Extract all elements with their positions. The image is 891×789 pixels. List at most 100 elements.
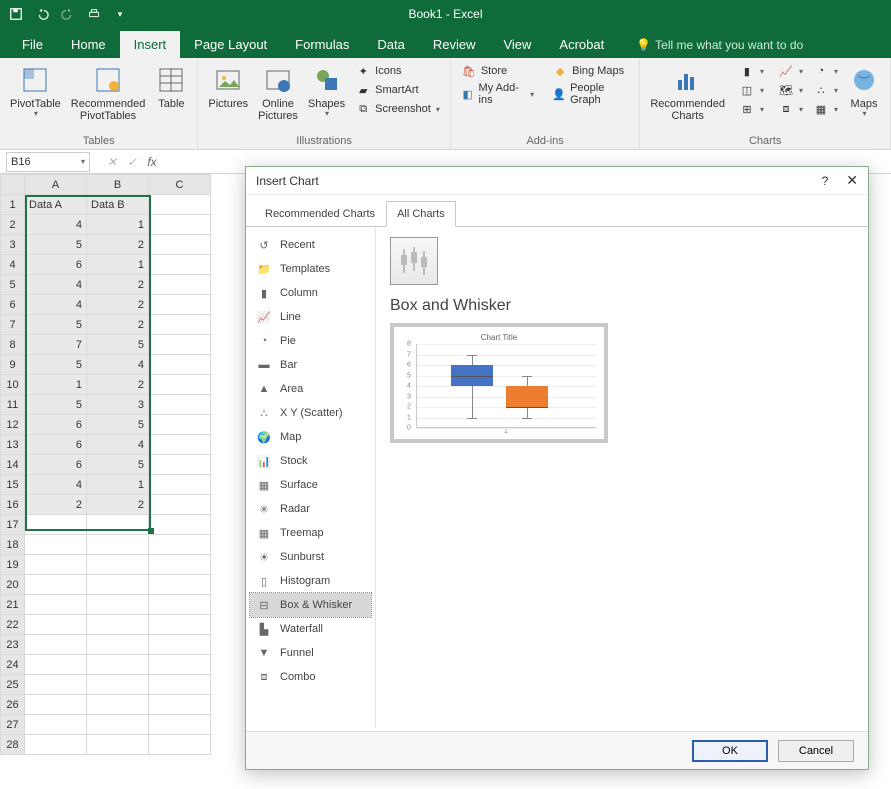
undo-icon[interactable] [32, 4, 52, 24]
recommended-pivot-button[interactable]: Recommended PivotTables [67, 62, 150, 124]
chart-type-sunburst[interactable]: ☀Sunburst [250, 545, 371, 569]
recommended-charts-button[interactable]: Recommended Charts [646, 62, 729, 124]
tab-data[interactable]: Data [363, 31, 418, 58]
fx-icon[interactable]: fx [142, 155, 162, 169]
bingmaps-button[interactable]: ◆Bing Maps [548, 62, 633, 80]
table-row[interactable]: 24 [1, 655, 211, 675]
chart-type-area[interactable]: ▲Area [250, 377, 371, 401]
store-button[interactable]: 🛍Store [457, 62, 538, 80]
chart-type-box-whisker[interactable]: ⊟Box & Whisker [250, 593, 371, 617]
quickprint-icon[interactable] [84, 4, 104, 24]
save-icon[interactable] [6, 4, 26, 24]
cancel-button[interactable]: Cancel [778, 740, 854, 762]
fx-enter-icon[interactable]: ✓ [122, 155, 142, 169]
chart-type-combo[interactable]: ⧈Combo [250, 665, 371, 689]
table-row[interactable]: 1153 [1, 395, 211, 415]
table-row[interactable]: 875 [1, 335, 211, 355]
redo-icon[interactable] [58, 4, 78, 24]
table-row[interactable]: 1364 [1, 435, 211, 455]
maps-button[interactable]: Maps▾ [844, 62, 884, 121]
name-box[interactable]: B16▾ [6, 152, 90, 172]
icons-button[interactable]: ✦Icons [351, 62, 444, 80]
tab-all-charts[interactable]: All Charts [386, 201, 456, 227]
tab-file[interactable]: File [8, 31, 57, 58]
chart-map-button[interactable]: 🗺▾ [774, 81, 807, 99]
table-row[interactable]: 1541 [1, 475, 211, 495]
table-row[interactable]: 21 [1, 595, 211, 615]
myaddins-button[interactable]: ◧My Add-ins▾ [457, 81, 538, 107]
tab-insert[interactable]: Insert [120, 31, 181, 58]
pivottable-button[interactable]: PivotTable▾ [6, 62, 65, 121]
chart-type-surface[interactable]: ▦Surface [250, 473, 371, 497]
table-row[interactable]: 461 [1, 255, 211, 275]
chart-type-recent[interactable]: ↺Recent [250, 233, 371, 257]
table-row[interactable]: 1Data AData B [1, 195, 211, 215]
screenshot-button[interactable]: ⧉Screenshot▾ [351, 100, 444, 118]
chart-type-histogram[interactable]: ▯Histogram [250, 569, 371, 593]
online-pictures-button[interactable]: Online Pictures [254, 62, 302, 124]
chart-type-map[interactable]: 🌍Map [250, 425, 371, 449]
fx-cancel-icon[interactable]: ✕ [102, 155, 122, 169]
chart-surface-button[interactable]: ▦▾ [809, 100, 842, 118]
chart-subtype-boxwhisker[interactable] [390, 237, 438, 285]
table-row[interactable]: 23 [1, 635, 211, 655]
table-row[interactable]: 26 [1, 695, 211, 715]
chart-hierarchy-button[interactable]: ◫▾ [735, 81, 768, 99]
table-button[interactable]: Table [151, 62, 191, 112]
chart-type-treemap[interactable]: ▦Treemap [250, 521, 371, 545]
peoplegraph-button[interactable]: 👤People Graph [548, 81, 633, 107]
chart-type-pie[interactable]: ◔Pie [250, 329, 371, 353]
preview-xlabel: 1 [416, 428, 596, 435]
chart-type-label: Area [280, 383, 303, 395]
tab-view[interactable]: View [489, 31, 545, 58]
chart-type-radar[interactable]: ✳Radar [250, 497, 371, 521]
table-row[interactable]: 22 [1, 615, 211, 635]
chart-preview[interactable]: Chart Title 012345678 1 [390, 323, 608, 443]
table-row[interactable]: 27 [1, 715, 211, 735]
dialog-help-icon[interactable]: ? [822, 174, 829, 188]
tell-me[interactable]: 💡 Tell me what you want to do [636, 38, 803, 58]
chart-stat-button[interactable]: ⊞▾ [735, 100, 768, 118]
chart-type-waterfall[interactable]: ▙Waterfall [250, 617, 371, 641]
chart-type-bar[interactable]: ▬Bar [250, 353, 371, 377]
chart-type-stock[interactable]: 📊Stock [250, 449, 371, 473]
table-row[interactable]: 28 [1, 735, 211, 755]
table-row[interactable]: 1265 [1, 415, 211, 435]
chart-column-button[interactable]: ▮▾ [735, 62, 768, 80]
smartart-button[interactable]: ▰SmartArt [351, 81, 444, 99]
chart-type-column[interactable]: ▮Column [250, 281, 371, 305]
tab-acrobat[interactable]: Acrobat [545, 31, 618, 58]
table-row[interactable]: 542 [1, 275, 211, 295]
chart-type-funnel[interactable]: ▼Funnel [250, 641, 371, 665]
table-row[interactable]: 25 [1, 675, 211, 695]
chart-type-templates[interactable]: 📁Templates [250, 257, 371, 281]
tab-home[interactable]: Home [57, 31, 120, 58]
chart-pie-button[interactable]: ◔▾ [809, 62, 842, 80]
ok-button[interactable]: OK [692, 740, 768, 762]
tab-pagelayout[interactable]: Page Layout [180, 31, 281, 58]
table-row[interactable]: 1622 [1, 495, 211, 515]
shapes-button[interactable]: Shapes▾ [304, 62, 349, 121]
table-row[interactable]: 752 [1, 315, 211, 335]
table-row[interactable]: 1012 [1, 375, 211, 395]
table-row[interactable]: 241 [1, 215, 211, 235]
qat-more-icon[interactable]: ▾ [110, 4, 130, 24]
pictures-button[interactable]: Pictures [204, 62, 252, 112]
tab-formulas[interactable]: Formulas [281, 31, 363, 58]
tab-review[interactable]: Review [419, 31, 490, 58]
chart-scatter-button[interactable]: ∴▾ [809, 81, 842, 99]
table-row[interactable]: 954 [1, 355, 211, 375]
table-row[interactable]: 352 [1, 235, 211, 255]
chart-type-x-y-scatter-[interactable]: ∴X Y (Scatter) [250, 401, 371, 425]
table-row[interactable]: 18 [1, 535, 211, 555]
dialog-close-icon[interactable]: ✕ [846, 172, 858, 189]
table-row[interactable]: 17 [1, 515, 211, 535]
table-row[interactable]: 1465 [1, 455, 211, 475]
table-row[interactable]: 642 [1, 295, 211, 315]
chart-line-button[interactable]: 📈▾ [774, 62, 807, 80]
table-row[interactable]: 20 [1, 575, 211, 595]
table-row[interactable]: 19 [1, 555, 211, 575]
chart-combo-button[interactable]: ⧈▾ [774, 100, 807, 118]
chart-type-line[interactable]: 📈Line [250, 305, 371, 329]
tab-recommended-charts[interactable]: Recommended Charts [254, 201, 386, 227]
